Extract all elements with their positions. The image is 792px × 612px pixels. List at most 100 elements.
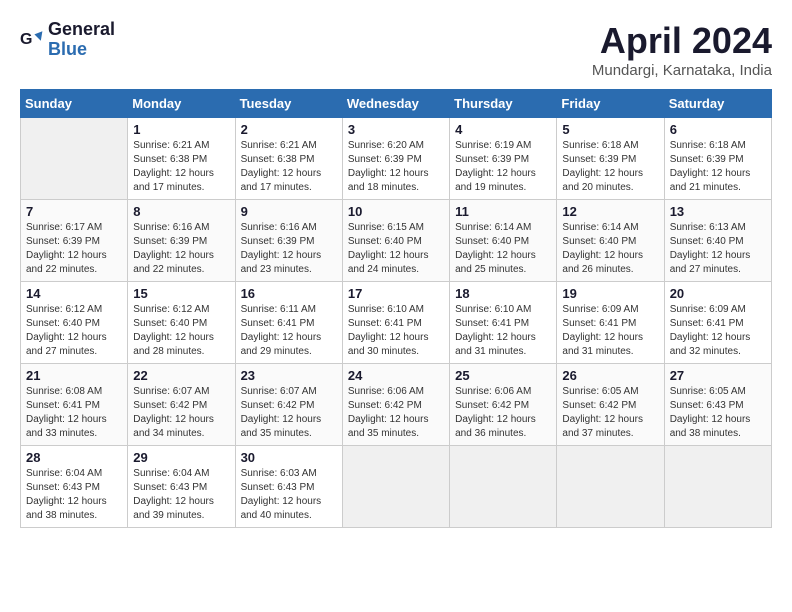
day-number: 25 (455, 368, 551, 383)
day-header-saturday: Saturday (664, 90, 771, 118)
day-info: Sunrise: 6:07 AMSunset: 6:42 PMDaylight:… (241, 385, 337, 441)
calendar-cell: 23 Sunrise: 6:07 AMSunset: 6:42 PMDayligh… (235, 364, 342, 446)
location: Mundargi, Karnataka, India (592, 62, 772, 79)
logo: G General Blue (20, 20, 115, 60)
day-number: 9 (241, 204, 337, 219)
day-info: Sunrise: 6:04 AMSunset: 6:43 PMDaylight:… (133, 467, 229, 523)
calendar-cell (342, 446, 449, 528)
day-info: Sunrise: 6:10 AMSunset: 6:41 PMDaylight:… (348, 303, 444, 359)
day-info: Sunrise: 6:06 AMSunset: 6:42 PMDaylight:… (348, 385, 444, 441)
calendar-cell: 20Sunrise: 6:09 AMSunset: 6:41 PMDayligh… (664, 282, 771, 364)
day-header-friday: Friday (557, 90, 664, 118)
calendar-cell: 30Sunrise: 6:03 AMSunset: 6:43 PMDayligh… (235, 446, 342, 528)
day-header-tuesday: Tuesday (235, 90, 342, 118)
day-info: Sunrise: 6:08 AMSunset: 6:41 PMDaylight:… (26, 385, 122, 441)
day-info: Sunrise: 6:16 AMSunset: 6:39 PMDaylight:… (133, 221, 229, 277)
calendar-cell: 1Sunrise: 6:21 AMSunset: 6:38 PMDaylight… (128, 118, 235, 200)
day-info: Sunrise: 6:13 AMSunset: 6:40 PMDaylight:… (670, 221, 766, 277)
calendar-cell: 16Sunrise: 6:11 AMSunset: 6:41 PMDayligh… (235, 282, 342, 364)
day-info: Sunrise: 6:07 AMSunset: 6:42 PMDaylight:… (133, 385, 229, 441)
day-number: 28 (26, 450, 122, 465)
day-header-monday: Monday (128, 90, 235, 118)
calendar-cell: 28 Sunrise: 6:04 AMSunset: 6:43 PMDayligh… (21, 446, 128, 528)
day-info: Sunrise: 6:12 AMSunset: 6:40 PMDaylight:… (133, 303, 229, 359)
day-number: 6 (670, 122, 766, 137)
day-info: Sunrise: 6:04 AMSunset: 6:43 PMDaylight:… (26, 467, 122, 523)
month-title: April 2024 (592, 20, 772, 62)
day-header-wednesday: Wednesday (342, 90, 449, 118)
header: G General Blue April 2024 Mundargi, Karn… (20, 20, 772, 79)
day-number: 4 (455, 122, 551, 137)
day-number: 17 (348, 286, 444, 301)
day-info: Sunrise: 6:15 AMSunset: 6:40 PMDaylight:… (348, 221, 444, 277)
day-header-thursday: Thursday (450, 90, 557, 118)
calendar-cell: 21 Sunrise: 6:08 AMSunset: 6:41 PMDayligh… (21, 364, 128, 446)
day-number: 15 (133, 286, 229, 301)
week-row-4: 21 Sunrise: 6:08 AMSunset: 6:41 PMDayligh… (21, 364, 772, 446)
day-info: Sunrise: 6:09 AMSunset: 6:41 PMDaylight:… (562, 303, 658, 359)
day-number: 23 (241, 368, 337, 383)
day-number: 18 (455, 286, 551, 301)
calendar-cell (557, 446, 664, 528)
day-number: 27 (670, 368, 766, 383)
calendar-cell: 4 Sunrise: 6:19 AMSunset: 6:39 PMDaylight… (450, 118, 557, 200)
logo-icon: G (20, 28, 44, 52)
calendar-cell: 25Sunrise: 6:06 AMSunset: 6:42 PMDayligh… (450, 364, 557, 446)
calendar-cell: 13Sunrise: 6:13 AMSunset: 6:40 PMDayligh… (664, 200, 771, 282)
day-number: 2 (241, 122, 337, 137)
calendar-cell: 27Sunrise: 6:05 AMSunset: 6:43 PMDayligh… (664, 364, 771, 446)
calendar-cell: 14 Sunrise: 6:12 AMSunset: 6:40 PMDayligh… (21, 282, 128, 364)
day-info: Sunrise: 6:18 AMSunset: 6:39 PMDaylight:… (562, 139, 658, 195)
day-number: 3 (348, 122, 444, 137)
day-info: Sunrise: 6:18 AMSunset: 6:39 PMDaylight:… (670, 139, 766, 195)
day-number: 12 (562, 204, 658, 219)
svg-text:G: G (20, 31, 32, 48)
day-number: 30 (241, 450, 337, 465)
title-block: April 2024 Mundargi, Karnataka, India (592, 20, 772, 79)
calendar-cell: 10 Sunrise: 6:15 AMSunset: 6:40 PMDayligh… (342, 200, 449, 282)
calendar-cell: 19Sunrise: 6:09 AMSunset: 6:41 PMDayligh… (557, 282, 664, 364)
calendar-cell: 2 Sunrise: 6:21 AMSunset: 6:38 PMDaylight… (235, 118, 342, 200)
day-info: Sunrise: 6:19 AMSunset: 6:39 PMDaylight:… (455, 139, 551, 195)
day-info: Sunrise: 6:21 AMSunset: 6:38 PMDaylight:… (133, 139, 229, 195)
day-info: Sunrise: 6:17 AMSunset: 6:39 PMDaylight:… (26, 221, 122, 277)
logo-line2: Blue (48, 40, 115, 60)
day-number: 26 (562, 368, 658, 383)
day-number: 29 (133, 450, 229, 465)
day-info: Sunrise: 6:14 AMSunset: 6:40 PMDaylight:… (455, 221, 551, 277)
day-info: Sunrise: 6:20 AMSunset: 6:39 PMDaylight:… (348, 139, 444, 195)
calendar-cell: 24 Sunrise: 6:06 AMSunset: 6:42 PMDayligh… (342, 364, 449, 446)
calendar-table: SundayMondayTuesdayWednesdayThursdayFrid… (20, 89, 772, 528)
day-info: Sunrise: 6:21 AMSunset: 6:38 PMDaylight:… (241, 139, 337, 195)
day-number: 24 (348, 368, 444, 383)
day-number: 21 (26, 368, 122, 383)
day-number: 14 (26, 286, 122, 301)
calendar-cell: 12 Sunrise: 6:14 AMSunset: 6:40 PMDayligh… (557, 200, 664, 282)
calendar-cell: 15 Sunrise: 6:12 AMSunset: 6:40 PMDayligh… (128, 282, 235, 364)
calendar-cell (21, 118, 128, 200)
day-info: Sunrise: 6:16 AMSunset: 6:39 PMDaylight:… (241, 221, 337, 277)
day-number: 20 (670, 286, 766, 301)
calendar-cell: 7Sunrise: 6:17 AMSunset: 6:39 PMDaylight… (21, 200, 128, 282)
calendar-cell: 8Sunrise: 6:16 AMSunset: 6:39 PMDaylight… (128, 200, 235, 282)
calendar-cell: 22 Sunrise: 6:07 AMSunset: 6:42 PMDayligh… (128, 364, 235, 446)
calendar-cell: 29 Sunrise: 6:04 AMSunset: 6:43 PMDayligh… (128, 446, 235, 528)
day-number: 22 (133, 368, 229, 383)
calendar-cell: 18Sunrise: 6:10 AMSunset: 6:41 PMDayligh… (450, 282, 557, 364)
calendar-cell: 17 Sunrise: 6:10 AMSunset: 6:41 PMDayligh… (342, 282, 449, 364)
page-container: G General Blue April 2024 Mundargi, Karn… (20, 20, 772, 528)
day-info: Sunrise: 6:05 AMSunset: 6:42 PMDaylight:… (562, 385, 658, 441)
day-number: 16 (241, 286, 337, 301)
week-row-3: 14 Sunrise: 6:12 AMSunset: 6:40 PMDayligh… (21, 282, 772, 364)
day-info: Sunrise: 6:14 AMSunset: 6:40 PMDaylight:… (562, 221, 658, 277)
day-number: 5 (562, 122, 658, 137)
day-number: 10 (348, 204, 444, 219)
day-info: Sunrise: 6:12 AMSunset: 6:40 PMDaylight:… (26, 303, 122, 359)
logo-line1: General (48, 20, 115, 40)
calendar-cell: 5 Sunrise: 6:18 AMSunset: 6:39 PMDaylight… (557, 118, 664, 200)
calendar-cell: 6 Sunrise: 6:18 AMSunset: 6:39 PMDaylight… (664, 118, 771, 200)
calendar-cell: 26 Sunrise: 6:05 AMSunset: 6:42 PMDayligh… (557, 364, 664, 446)
calendar-cell: 9 Sunrise: 6:16 AMSunset: 6:39 PMDaylight… (235, 200, 342, 282)
header-row: SundayMondayTuesdayWednesdayThursdayFrid… (21, 90, 772, 118)
day-header-sunday: Sunday (21, 90, 128, 118)
